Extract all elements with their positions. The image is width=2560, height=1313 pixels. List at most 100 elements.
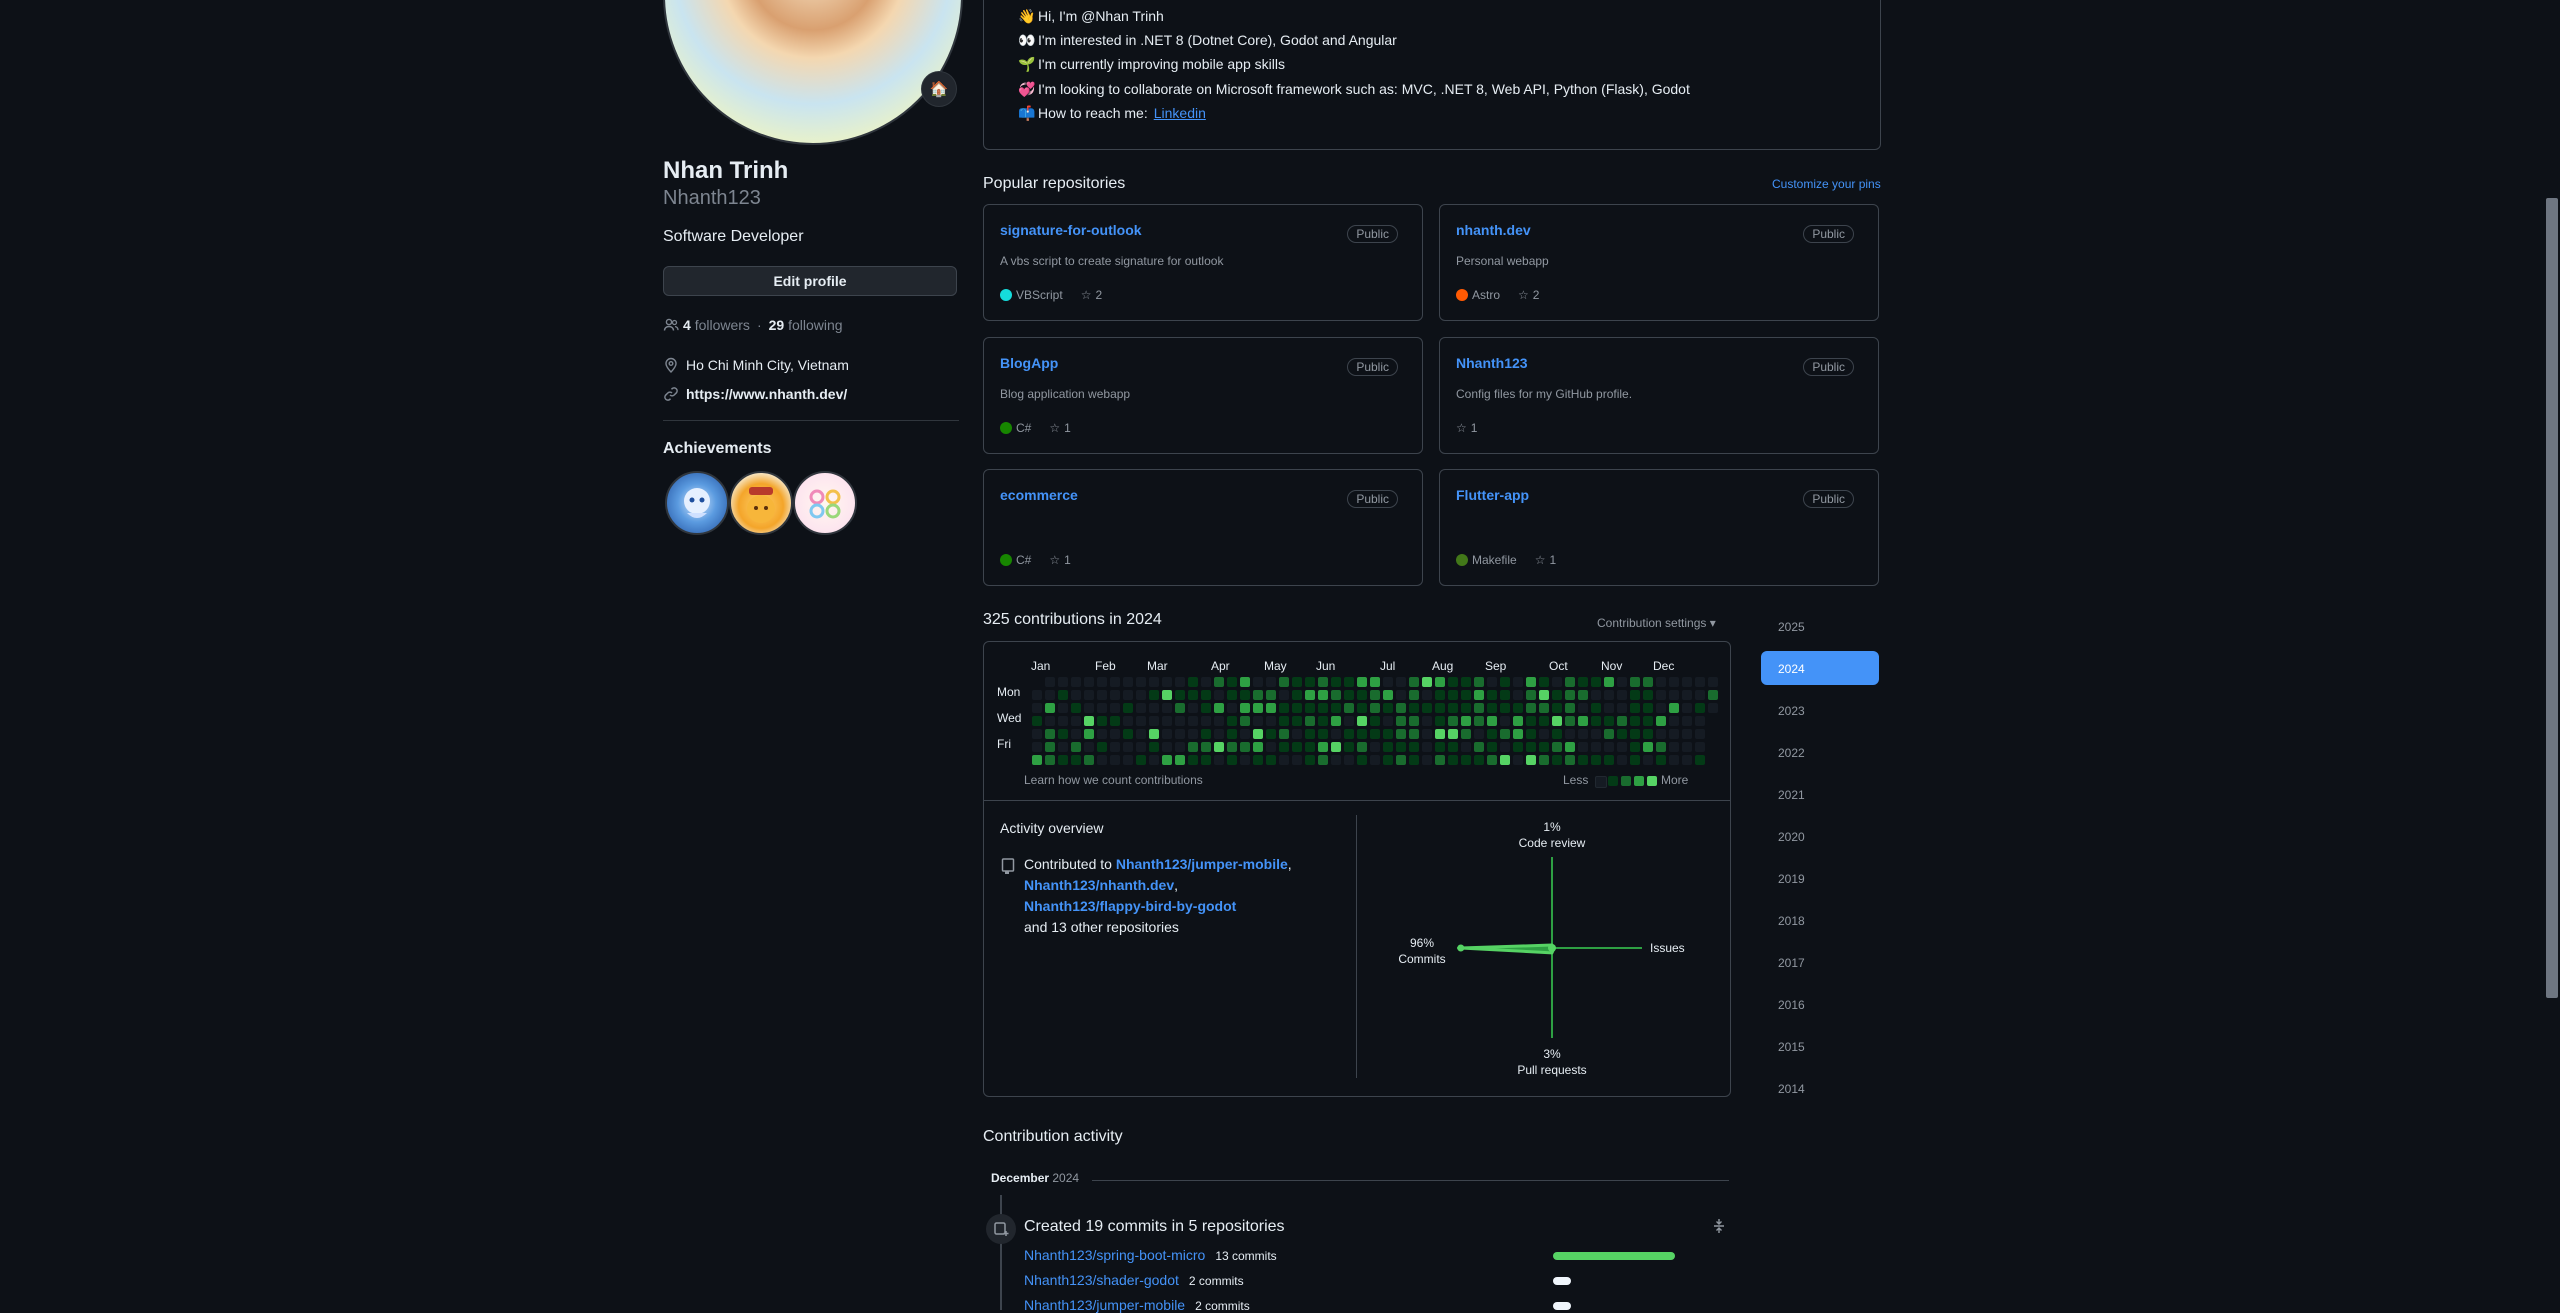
contribution-day-cell[interactable] <box>1552 677 1562 687</box>
contribution-day-cell[interactable] <box>1695 742 1705 752</box>
year-link-2014[interactable]: 2014 <box>1778 1082 1805 1096</box>
star-count[interactable]: 1 <box>1064 553 1071 567</box>
contribution-day-cell[interactable] <box>1565 703 1575 713</box>
star-count[interactable]: 2 <box>1533 288 1540 302</box>
contribution-day-cell[interactable] <box>1617 703 1627 713</box>
contribution-day-cell[interactable] <box>1097 755 1107 765</box>
contribution-day-cell[interactable] <box>1383 703 1393 713</box>
contribution-day-cell[interactable] <box>1136 703 1146 713</box>
contribution-day-cell[interactable] <box>1045 729 1055 739</box>
contribution-day-cell[interactable] <box>1617 742 1627 752</box>
activity-repo-link[interactable]: Nhanth123/flappy-bird-by-godot <box>1024 898 1236 914</box>
contribution-day-cell[interactable] <box>1448 742 1458 752</box>
contribution-day-cell[interactable] <box>1331 742 1341 752</box>
commit-count-link[interactable]: 2 commits <box>1189 1274 1244 1288</box>
contribution-day-cell[interactable] <box>1331 729 1341 739</box>
contribution-day-cell[interactable] <box>1305 742 1315 752</box>
contribution-day-cell[interactable] <box>1565 755 1575 765</box>
contribution-day-cell[interactable] <box>1149 690 1159 700</box>
contribution-day-cell[interactable] <box>1253 677 1263 687</box>
contribution-day-cell[interactable] <box>1331 703 1341 713</box>
contribution-day-cell[interactable] <box>1136 690 1146 700</box>
contribution-day-cell[interactable] <box>1357 755 1367 765</box>
contribution-day-cell[interactable] <box>1487 677 1497 687</box>
contribution-day-cell[interactable] <box>1136 755 1146 765</box>
contribution-day-cell[interactable] <box>1357 742 1367 752</box>
contribution-day-cell[interactable] <box>1370 677 1380 687</box>
contribution-day-cell[interactable] <box>1071 677 1081 687</box>
contribution-day-cell[interactable] <box>1513 690 1523 700</box>
contribution-day-cell[interactable] <box>1253 690 1263 700</box>
contribution-day-cell[interactable] <box>1708 703 1718 713</box>
contribution-day-cell[interactable] <box>1396 729 1406 739</box>
year-link-2016[interactable]: 2016 <box>1778 998 1805 1012</box>
contribution-day-cell[interactable] <box>1461 742 1471 752</box>
contribution-day-cell[interactable] <box>1227 742 1237 752</box>
contribution-day-cell[interactable] <box>1227 677 1237 687</box>
contribution-day-cell[interactable] <box>1630 716 1640 726</box>
contribution-day-cell[interactable] <box>1292 755 1302 765</box>
contribution-day-cell[interactable] <box>1695 716 1705 726</box>
contribution-day-cell[interactable] <box>1071 716 1081 726</box>
contribution-day-cell[interactable] <box>1604 716 1614 726</box>
contribution-day-cell[interactable] <box>1396 755 1406 765</box>
contribution-day-cell[interactable] <box>1201 729 1211 739</box>
contribution-day-cell[interactable] <box>1357 703 1367 713</box>
contribution-day-cell[interactable] <box>1526 703 1536 713</box>
contribution-day-cell[interactable] <box>1110 690 1120 700</box>
contribution-day-cell[interactable] <box>1422 729 1432 739</box>
contribution-day-cell[interactable] <box>1149 716 1159 726</box>
contribution-day-cell[interactable] <box>1201 690 1211 700</box>
contribution-day-cell[interactable] <box>1188 729 1198 739</box>
contribution-day-cell[interactable] <box>1266 729 1276 739</box>
contribution-day-cell[interactable] <box>1279 703 1289 713</box>
contribution-day-cell[interactable] <box>1474 742 1484 752</box>
contribution-day-cell[interactable] <box>1097 677 1107 687</box>
contribution-day-cell[interactable] <box>1279 690 1289 700</box>
contribution-day-cell[interactable] <box>1383 729 1393 739</box>
contribution-day-cell[interactable] <box>1409 716 1419 726</box>
contribution-day-cell[interactable] <box>1474 755 1484 765</box>
contribution-day-cell[interactable] <box>1500 690 1510 700</box>
contribution-day-cell[interactable] <box>1409 677 1419 687</box>
contribution-day-cell[interactable] <box>1032 716 1042 726</box>
contribution-day-cell[interactable] <box>1188 703 1198 713</box>
contribution-day-cell[interactable] <box>1656 690 1666 700</box>
contribution-day-cell[interactable] <box>1461 729 1471 739</box>
contribution-day-cell[interactable] <box>1071 703 1081 713</box>
contribution-day-cell[interactable] <box>1552 729 1562 739</box>
contribution-day-cell[interactable] <box>1656 755 1666 765</box>
contribution-day-cell[interactable] <box>1448 677 1458 687</box>
contribution-day-cell[interactable] <box>1591 690 1601 700</box>
contribution-day-cell[interactable] <box>1708 677 1718 687</box>
website-link[interactable]: https://www.nhanth.dev/ <box>686 386 847 402</box>
contribution-day-cell[interactable] <box>1604 690 1614 700</box>
star-icon[interactable]: ☆ <box>1081 288 1092 302</box>
contribution-day-cell[interactable] <box>1253 742 1263 752</box>
contribution-day-cell[interactable] <box>1461 716 1471 726</box>
followers-link[interactable]: 4 followers <box>683 317 750 333</box>
contribution-day-cell[interactable] <box>1552 703 1562 713</box>
contribution-day-cell[interactable] <box>1292 677 1302 687</box>
contribution-day-cell[interactable] <box>1604 677 1614 687</box>
contribution-day-cell[interactable] <box>1123 677 1133 687</box>
commit-count-link[interactable]: 13 commits <box>1215 1249 1276 1263</box>
year-link-2022[interactable]: 2022 <box>1778 746 1805 760</box>
contribution-day-cell[interactable] <box>1318 729 1328 739</box>
contribution-day-cell[interactable] <box>1669 716 1679 726</box>
contribution-day-cell[interactable] <box>1370 716 1380 726</box>
contribution-day-cell[interactable] <box>1422 690 1432 700</box>
contribution-day-cell[interactable] <box>1084 729 1094 739</box>
contribution-day-cell[interactable] <box>1110 677 1120 687</box>
contribution-day-cell[interactable] <box>1162 703 1172 713</box>
contribution-day-cell[interactable] <box>1513 742 1523 752</box>
contribution-day-cell[interactable] <box>1578 755 1588 765</box>
contribution-day-cell[interactable] <box>1526 729 1536 739</box>
contribution-day-cell[interactable] <box>1305 677 1315 687</box>
contribution-day-cell[interactable] <box>1409 729 1419 739</box>
contribution-day-cell[interactable] <box>1279 755 1289 765</box>
contribution-day-cell[interactable] <box>1136 677 1146 687</box>
contribution-day-cell[interactable] <box>1474 677 1484 687</box>
contribution-day-cell[interactable] <box>1656 703 1666 713</box>
contribution-day-cell[interactable] <box>1188 677 1198 687</box>
